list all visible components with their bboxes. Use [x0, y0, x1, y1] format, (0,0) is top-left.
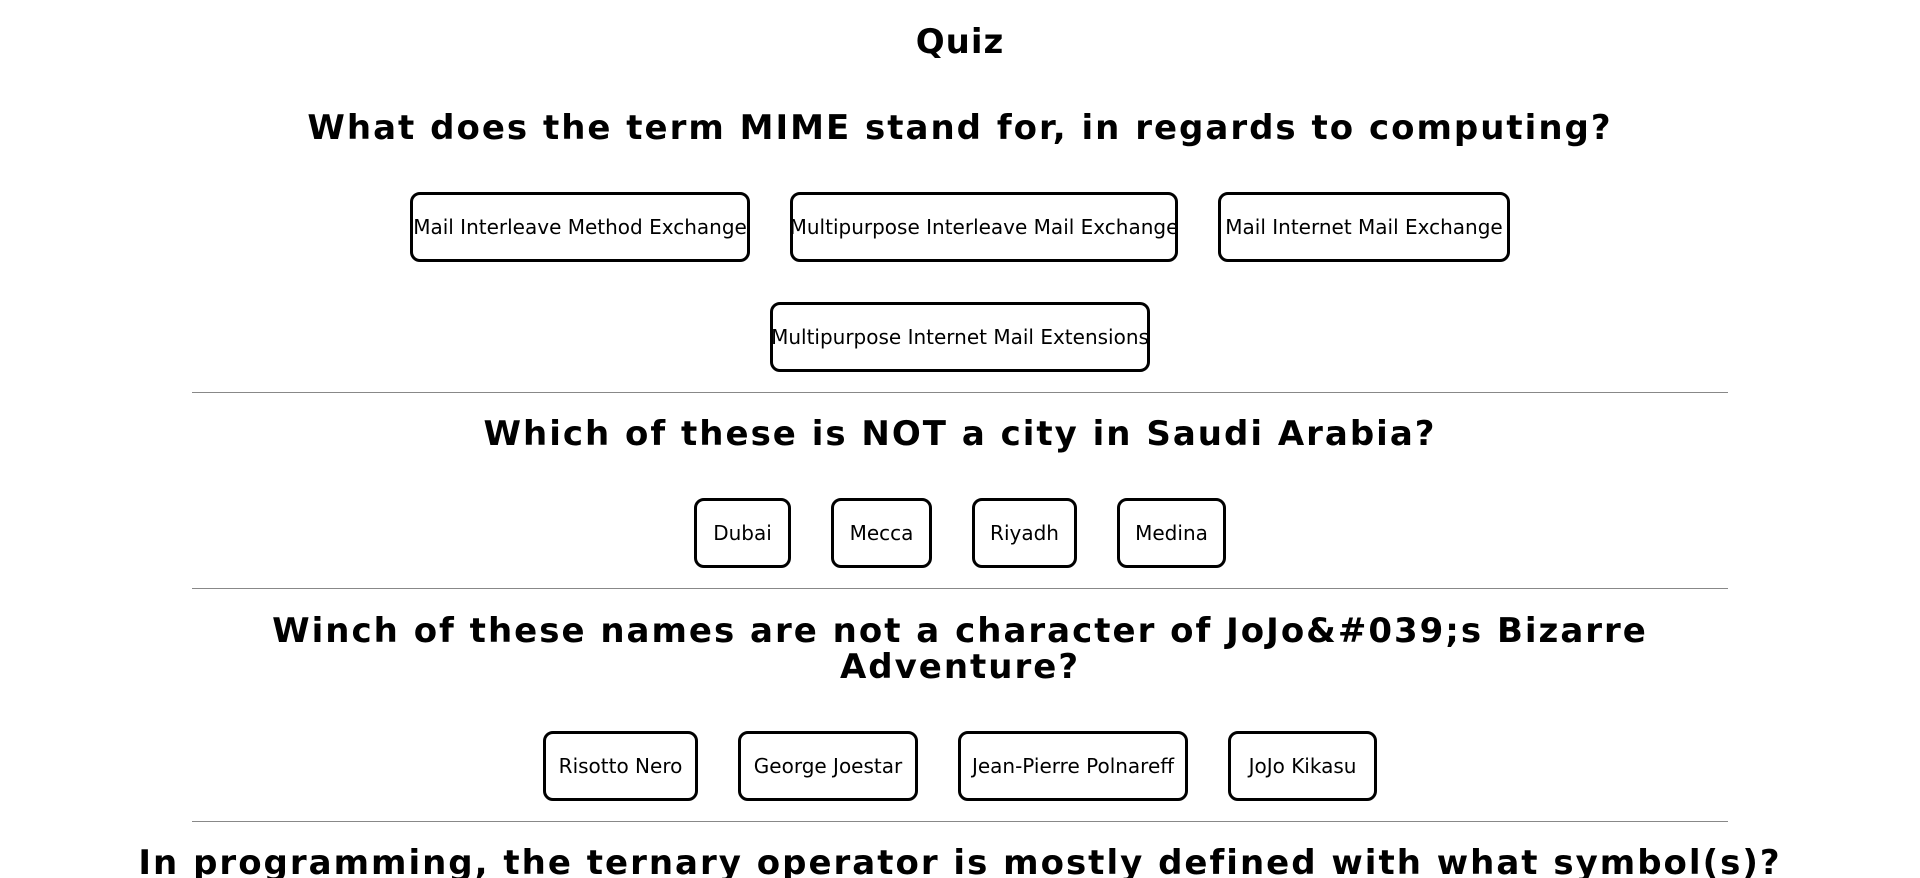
- answer-button[interactable]: Multipurpose Internet Mail Extensions: [770, 302, 1150, 372]
- answer-button[interactable]: Mecca: [831, 498, 932, 568]
- answer-button[interactable]: Jean-Pierre Polnareff: [958, 731, 1188, 801]
- answer-button[interactable]: George Joestar: [738, 731, 918, 801]
- answer-button[interactable]: Riyadh: [972, 498, 1077, 568]
- question-2-answers: Dubai Mecca Riyadh Medina: [0, 498, 1920, 568]
- question-divider: [192, 588, 1728, 589]
- question-3-text: Winch of these names are not a character…: [272, 611, 1648, 687]
- question-divider: [192, 821, 1728, 822]
- answer-button[interactable]: JoJo Kikasu: [1228, 731, 1377, 801]
- answer-button[interactable]: Medina: [1117, 498, 1226, 568]
- question-2-text: Which of these is NOT a city in Saudi Ar…: [483, 414, 1437, 454]
- page-title: Quiz: [915, 22, 1005, 62]
- answer-button[interactable]: Mail Interleave Method Exchange: [410, 192, 750, 262]
- answer-button[interactable]: Mail Internet Mail Exchange: [1218, 192, 1510, 262]
- answer-button[interactable]: Risotto Nero: [543, 731, 698, 801]
- answer-button[interactable]: Multipurpose Interleave Mail Exchange: [790, 192, 1178, 262]
- question-1-answers-row-2: Multipurpose Internet Mail Extensions: [0, 302, 1920, 372]
- question-divider: [192, 392, 1728, 393]
- quiz-page: Quiz What does the term MIME stand for, …: [0, 0, 1920, 878]
- question-1-text: What does the term MIME stand for, in re…: [307, 108, 1613, 148]
- question-3-answers: Risotto Nero George Joestar Jean-Pierre …: [0, 731, 1920, 801]
- answer-button[interactable]: Dubai: [694, 498, 791, 568]
- question-1-answers: Mail Interleave Method Exchange Multipur…: [0, 192, 1920, 262]
- question-4-text: In programming, the ternary operator is …: [138, 843, 1782, 878]
